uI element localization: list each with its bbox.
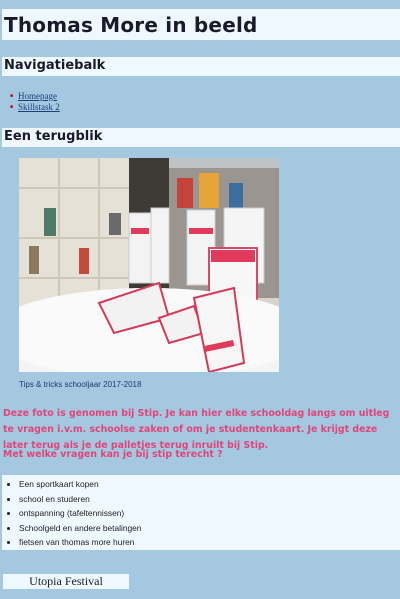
nav-heading: Navigatiebalk <box>4 58 106 73</box>
festival-heading: Utopia Festival <box>3 574 129 589</box>
section-heading: Een terugblik <box>4 129 103 144</box>
nav-item-homepage: Homepage <box>10 91 60 102</box>
topics-list: Een sportkaart kopen school en studeren … <box>9 477 141 550</box>
page-title: Thomas More in beeld <box>4 13 258 37</box>
photo-caption: Tips & tricks schooljaar 2017-2018 <box>19 380 142 389</box>
homepage-link[interactable]: Homepage <box>18 91 57 101</box>
skillstask-link[interactable]: Skillstask 2 <box>18 102 60 112</box>
list-item: Schoolgeld en andere betalingen <box>19 521 141 536</box>
list-item: fietsen van thomas more huren <box>19 535 141 550</box>
list-item: ontspanning (tafeltennissen) <box>19 506 141 521</box>
section-heading-band: Een terugblik <box>2 128 400 147</box>
list-item: school en studeren <box>19 492 141 507</box>
intro-text: Deze foto is genomen bij Stip. Je kan hi… <box>3 408 390 451</box>
nav-list: Homepage Skillstask 2 <box>10 91 60 113</box>
list-item: Een sportkaart kopen <box>19 477 141 492</box>
question-text: Met welke vragen kan je bij stip terecht… <box>3 449 223 460</box>
stip-photo <box>19 158 279 372</box>
nav-heading-band: Navigatiebalk <box>2 57 400 76</box>
nav-item-skillstask: Skillstask 2 <box>10 102 60 113</box>
title-band: Thomas More in beeld <box>2 9 400 40</box>
